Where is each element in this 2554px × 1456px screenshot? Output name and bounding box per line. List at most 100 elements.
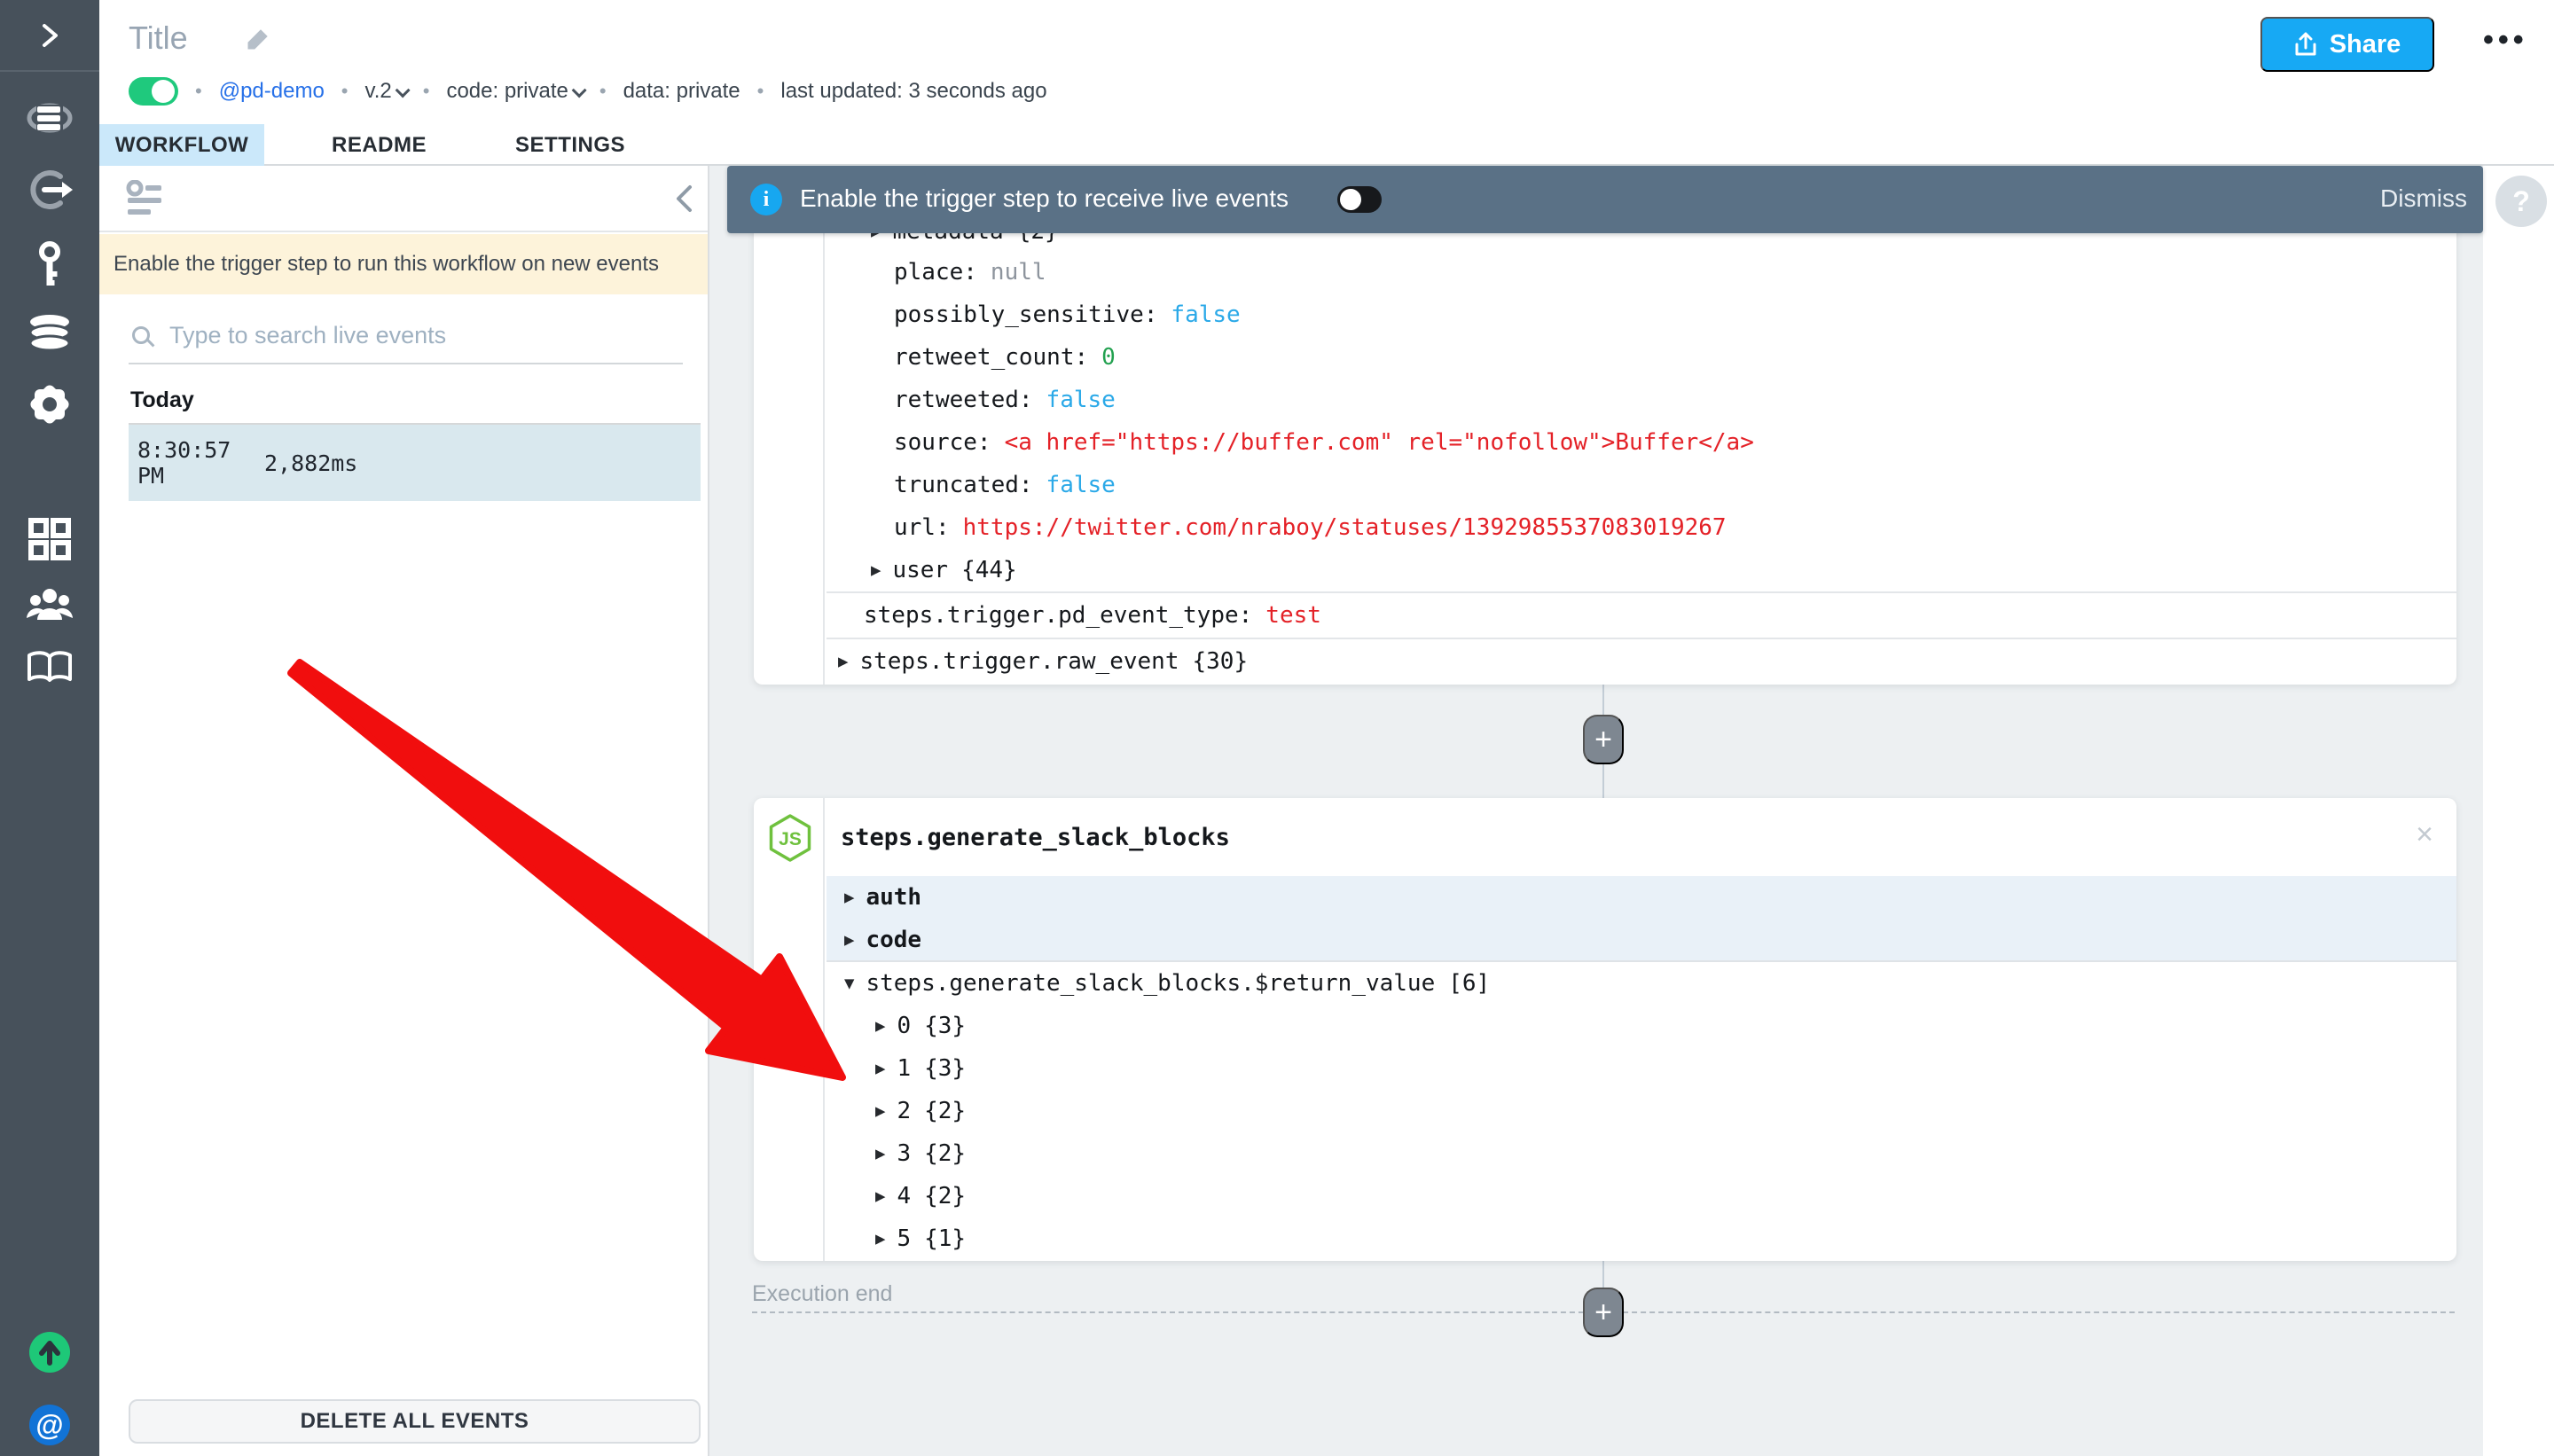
events-panel: Enable the trigger step to run this work… [99,166,709,1456]
page-header: Title Share ••• • @pd-demo • v.2 • code:… [99,0,2554,124]
live-events-banner: i Enable the trigger step to receive liv… [727,166,2483,233]
json-expandable-row[interactable]: ▶ steps.trigger.raw_event {30} [827,638,2456,684]
sidebar-apps-grid-icon[interactable] [0,516,99,562]
expand-triangle-icon[interactable]: ▶ [875,1059,885,1078]
expand-triangle-icon[interactable]: ▶ [875,1229,885,1249]
edit-title-pencil-icon[interactable] [246,27,270,56]
workflow-title[interactable]: Title [129,20,188,57]
json-child-count: {3} [924,1013,967,1039]
step-auth-code-group: ▶ auth ▶ code [827,876,2456,962]
json-value: https://twitter.com/nraboy/statuses/1392… [962,514,1727,541]
json-leaf-row: possibly_sensitive: false [827,294,2456,336]
more-options-button[interactable]: ••• [2483,23,2528,58]
json-key: 1 [897,1055,912,1082]
add-step-button-end[interactable]: + [1583,1288,1624,1337]
live-events-toggle[interactable] [1337,186,1382,213]
workspace-link[interactable]: @pd-demo [219,79,325,104]
workflow-active-toggle[interactable] [129,77,178,106]
json-key: 4 [897,1183,912,1209]
json-expandable-row[interactable]: ▶ 3 {2} [827,1132,2456,1175]
sidebar-settings-gear-icon[interactable] [0,381,99,427]
event-duration: 2,882ms [264,450,358,476]
json-expandable-row[interactable]: ▶ 0 {3} [827,1005,2456,1047]
json-key: retweet_count: [894,344,1089,371]
svg-text:@: @ [35,1409,63,1441]
json-key: url: [894,514,950,541]
collapse-panel-chevron-icon[interactable] [674,184,693,214]
tab-readme[interactable]: README [296,124,462,166]
events-day-heading: Today [130,387,194,412]
json-value: test [1265,602,1321,629]
expand-triangle-icon[interactable]: ▶ [844,930,854,950]
step-name[interactable]: steps.generate_slack_blocks [841,824,1230,851]
json-expandable-row[interactable]: ▶ 2 {2} [827,1090,2456,1132]
sidebar-event-sources-icon[interactable] [0,167,99,213]
search-placeholder: Type to search live events [169,321,447,348]
json-leaf-row: retweeted: false [827,379,2456,421]
json-key: auth [866,884,922,911]
search-live-events[interactable]: Type to search live events [129,308,683,364]
workflow-tab-bar: WORKFLOW README SETTINGS [99,124,2554,166]
sidebar-docs-book-icon[interactable] [0,646,99,690]
expand-triangle-icon[interactable]: ▶ [875,1144,885,1163]
sidebar-community-icon[interactable] [0,582,99,626]
separator-dot: • [195,80,202,102]
delete-all-events-button[interactable]: DELETE ALL EVENTS [129,1399,701,1444]
json-key: code [866,927,922,953]
json-child-count: {44} [961,557,1017,583]
separator-dot: • [422,80,430,102]
json-key: 2 [897,1098,912,1124]
json-expandable-row[interactable]: ▼ steps.generate_slack_blocks.$return_val… [827,962,2456,1005]
expand-triangle-icon[interactable]: ▶ [844,888,854,907]
expand-triangle-icon[interactable]: ▶ [871,560,881,580]
chevron-down-icon [395,82,411,98]
nodejs-icon: JS [769,814,811,862]
expand-triangle-icon[interactable]: ▶ [875,1186,885,1206]
sidebar-mentions-at-icon[interactable]: @ [0,1404,99,1446]
event-list-item-selected[interactable]: 8:30:57 PM 2,882ms [129,425,701,501]
dismiss-banner-button[interactable]: Dismiss [2380,184,2467,213]
expand-triangle-icon[interactable]: ▶ [875,1101,885,1121]
json-expandable-row[interactable]: ▶ auth [827,876,2456,919]
json-expandable-row[interactable]: ▶ 5 {1} [827,1217,2456,1260]
share-button[interactable]: Share [2260,17,2434,72]
json-child-count: {30} [1192,648,1249,675]
json-value: false [1046,472,1116,498]
help-button[interactable]: ? [2495,176,2547,227]
sidebar-upgrade-arrow-icon[interactable] [0,1331,99,1374]
json-key: 3 [897,1140,912,1167]
filter-events-icon[interactable] [126,180,168,219]
json-expandable-row[interactable]: ▶ 1 {3} [827,1047,2456,1090]
expand-triangle-icon[interactable]: ▶ [875,1016,885,1036]
data-visibility-label: data: private [623,79,740,103]
workflow-canvas: ▶metadata{2}place:nullpossibly_sensitive… [709,166,2483,1456]
trigger-notice-banner: Enable the trigger step to run this work… [99,234,708,294]
chevron-down-icon [571,82,587,98]
expand-triangle-icon[interactable]: ▶ [838,652,848,671]
sidebar-expand-chevron-icon[interactable] [0,16,99,55]
json-expandable-row[interactable]: ▶ user {44} [827,549,2456,591]
json-leaf-row: steps.trigger.pd_event_type: test [827,591,2456,638]
sidebar-workflows-icon[interactable] [0,95,99,141]
json-leaf-row: place: null [827,251,2456,294]
close-step-icon[interactable]: × [2416,819,2433,849]
json-key: truncated: [894,472,1033,498]
version-dropdown[interactable]: v.2 [365,79,411,104]
add-step-button[interactable]: + [1583,715,1624,764]
tab-settings[interactable]: SETTINGS [480,124,661,166]
sidebar-data-stores-icon[interactable] [0,310,99,355]
separator-dot: • [756,80,764,102]
tab-workflow[interactable]: WORKFLOW [99,124,264,166]
toggle-knob [1340,189,1361,210]
sidebar-keys-icon[interactable] [0,239,99,286]
trigger-card-gutter [754,211,825,685]
json-key: steps.generate_slack_blocks.$return_valu… [866,970,1436,997]
json-expandable-row[interactable]: ▶ 4 {2} [827,1175,2456,1217]
json-child-count: {2} [924,1140,967,1167]
json-child-count: {2} [924,1098,967,1124]
json-expandable-row[interactable]: ▶ code [827,919,2456,961]
toggle-knob [152,80,175,103]
collapse-triangle-icon[interactable]: ▼ [844,974,854,993]
json-child-count: [6] [1448,970,1491,997]
code-visibility-dropdown[interactable]: code: private [446,79,587,104]
